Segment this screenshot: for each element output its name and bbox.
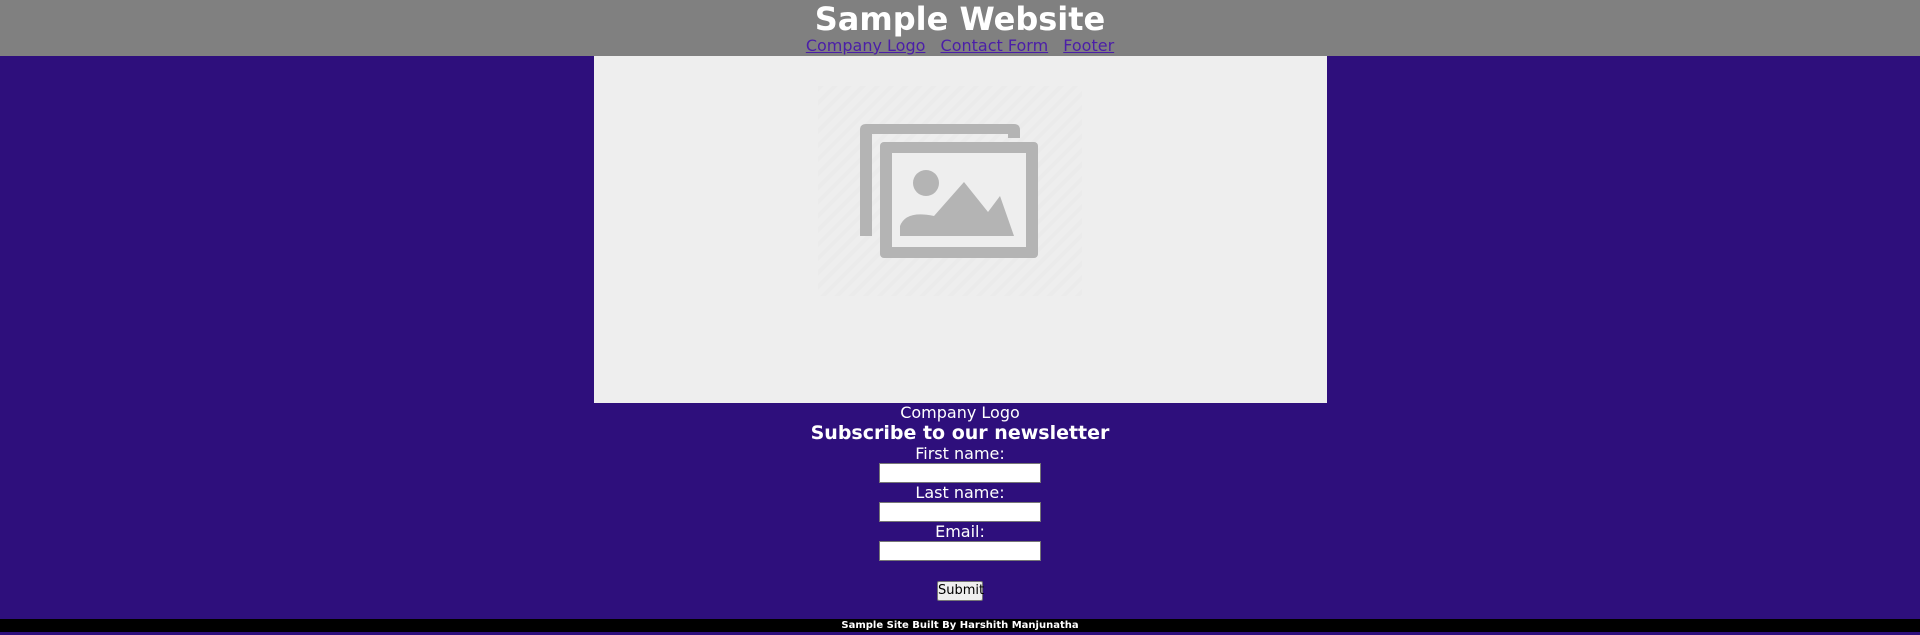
company-logo-image — [594, 56, 1327, 403]
nav-link-contact-form[interactable]: Contact Form — [941, 36, 1049, 55]
site-title: Sample Website — [814, 0, 1106, 38]
nav-link-company-logo[interactable]: Company Logo — [806, 36, 926, 55]
email-input[interactable] — [879, 541, 1041, 561]
submit-button[interactable]: Submit — [937, 581, 984, 601]
newsletter-heading: Subscribe to our newsletter — [810, 422, 1110, 444]
first-name-input[interactable] — [879, 463, 1041, 483]
site-footer: Sample Site Built By Harshith Manjunatha — [0, 619, 1920, 632]
last-name-input[interactable] — [879, 502, 1041, 522]
main-nav: Company Logo Contact Form Footer — [0, 36, 1920, 56]
last-name-label: Last name: — [915, 483, 1005, 502]
nav-link-footer[interactable]: Footer — [1063, 36, 1114, 55]
email-label: Email: — [935, 522, 985, 541]
logo-caption: Company Logo — [900, 403, 1020, 422]
image-placeholder-icon — [818, 86, 1082, 296]
first-name-label: First name: — [915, 444, 1005, 463]
site-header: Sample Website Company Logo Contact Form… — [0, 0, 1920, 56]
